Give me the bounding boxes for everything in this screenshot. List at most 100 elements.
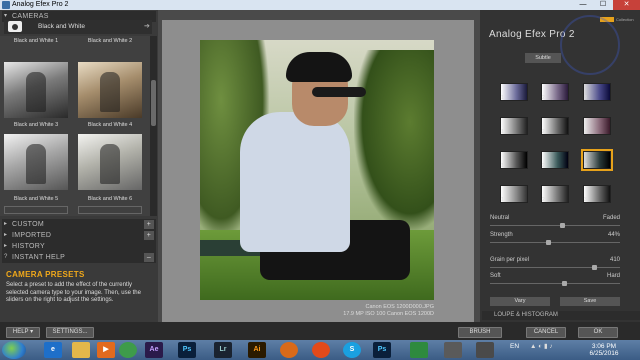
preview-image[interactable]	[200, 40, 434, 300]
film-swatch-selected[interactable]	[581, 149, 613, 171]
slider-knob[interactable]	[560, 223, 565, 228]
minimize-button[interactable]: —	[573, 0, 593, 10]
preset-thumbnail[interactable]	[78, 206, 142, 214]
preset-thumbnail[interactable]	[78, 134, 142, 190]
add-icon[interactable]: +	[144, 231, 154, 240]
window-title: Analog Efex Pro 2	[12, 1, 69, 8]
film-swatch[interactable]	[500, 185, 528, 203]
neutral-faded-slider[interactable]	[490, 225, 620, 226]
media-icon[interactable]: ▶	[97, 342, 115, 358]
vary-button[interactable]: Vary	[490, 297, 550, 306]
section-label: CUSTOM	[12, 221, 45, 228]
close-button[interactable]: ✕	[613, 0, 640, 10]
maximize-button[interactable]: ☐	[593, 0, 613, 10]
film-swatch[interactable]	[500, 151, 528, 169]
film-swatch[interactable]	[500, 83, 528, 101]
firefox-icon[interactable]	[312, 342, 330, 358]
photoshop-icon[interactable]: Ps	[178, 342, 196, 358]
clock[interactable]: 3:06 PM 6/25/2016	[586, 343, 622, 357]
scrollbar-thumb[interactable]	[151, 80, 156, 126]
slider-right-label: 44%	[607, 232, 620, 238]
ie-icon[interactable]: e	[44, 342, 62, 358]
add-icon[interactable]: +	[144, 220, 154, 229]
soft-hard-slider[interactable]	[490, 283, 620, 284]
after-effects-icon[interactable]: Ae	[145, 342, 163, 358]
film-swatch[interactable]	[583, 185, 611, 203]
swatch-number: 1	[501, 163, 504, 169]
section-imported[interactable]: ▸ IMPORTED +	[2, 230, 156, 241]
slider-left-label: Grain per pixel	[490, 257, 530, 263]
film-swatch[interactable]	[583, 83, 611, 101]
preset-style-button[interactable]: Subtle	[525, 53, 561, 63]
film-swatch[interactable]	[541, 151, 569, 169]
preset-label: Black and White 2	[87, 38, 133, 44]
app-icon[interactable]	[476, 342, 494, 358]
folder-icon[interactable]	[72, 342, 90, 358]
photoshop-icon[interactable]: Ps	[373, 342, 391, 358]
brush-button[interactable]: BRUSH	[458, 327, 502, 338]
film-swatch[interactable]	[500, 117, 528, 135]
film-type-arrow-icon[interactable]: ➔	[144, 20, 150, 34]
clock-time: 3:06 PM	[591, 343, 617, 350]
skype-icon[interactable]: S	[343, 342, 361, 358]
section-custom[interactable]: ▸ CUSTOM +	[2, 219, 156, 230]
save-preset-button[interactable]: Save	[560, 297, 620, 306]
film-swatch[interactable]	[583, 117, 611, 135]
preset-label: Black and White 6	[87, 196, 133, 202]
preset-thumbnail[interactable]	[4, 206, 68, 214]
ok-button[interactable]: OK	[578, 327, 618, 338]
app-icon	[2, 1, 10, 9]
grain-slider[interactable]	[490, 267, 620, 268]
expand-icon: ▸	[4, 221, 8, 227]
preset-thumbnail[interactable]	[4, 62, 68, 118]
chrome-icon[interactable]	[119, 342, 137, 358]
strength-slider[interactable]	[490, 242, 620, 243]
slider-left-label: Soft	[490, 273, 501, 279]
cancel-button[interactable]: CANCEL	[526, 327, 566, 338]
language-indicator[interactable]: EN	[510, 343, 519, 350]
section-label: HISTORY	[12, 243, 45, 250]
swatch-number: 3	[584, 129, 587, 135]
illustrator-icon[interactable]: Ai	[248, 342, 266, 358]
image-info: Canon EOS 1200D000.JPG 17.9 MP ISO 100 C…	[300, 304, 434, 317]
help-icon: ?	[4, 254, 8, 260]
tools-icon[interactable]	[410, 342, 428, 358]
film-swatch[interactable]	[541, 185, 569, 203]
collection-label: Collection	[616, 17, 634, 22]
slider-knob[interactable]	[546, 240, 551, 245]
watermark-stamp	[560, 15, 620, 75]
tray-icons[interactable]: ▲ ◐ ▮ ♪	[530, 343, 553, 350]
swatch-number: 2	[542, 163, 545, 169]
camera-icon	[8, 21, 22, 32]
slider-knob[interactable]	[592, 265, 597, 270]
lightroom-icon[interactable]: Lr	[214, 342, 232, 358]
preset-thumbnail[interactable]	[78, 62, 142, 118]
preset-thumbnail[interactable]	[4, 134, 68, 190]
save-label: Save	[583, 298, 597, 304]
film-swatch[interactable]	[541, 117, 569, 135]
thumbnail-scrollbar[interactable]	[150, 36, 157, 216]
section-history[interactable]: ▸ HISTORY	[2, 241, 156, 252]
expand-icon: ▸	[4, 232, 8, 238]
preset-label: Black and White 4	[87, 122, 133, 128]
film-type-selector[interactable]: Black and White	[4, 20, 152, 34]
collapse-icon[interactable]: –	[144, 253, 154, 262]
slider-left-label: Neutral	[490, 215, 510, 221]
slider-right-label: Hard	[606, 273, 620, 279]
film-swatch[interactable]	[541, 83, 569, 101]
section-instant-help[interactable]: ? INSTANT HELP –	[2, 252, 156, 263]
expand-icon: ▸	[4, 243, 8, 249]
paint-icon[interactable]	[280, 342, 298, 358]
help-button[interactable]: HELP ▾	[6, 327, 40, 338]
slider-knob[interactable]	[562, 281, 567, 286]
loupe-histogram-section[interactable]: LOUPE & HISTOGRAM	[482, 311, 640, 320]
app-icon[interactable]	[444, 342, 462, 358]
file-meta: 17.9 MP ISO 100 Canon EOS 1200D	[343, 310, 434, 317]
loupe-label: LOUPE & HISTOGRAM	[494, 312, 558, 318]
settings-button[interactable]: SETTINGS...	[46, 327, 94, 338]
section-label: IMPORTED	[12, 232, 52, 239]
start-button[interactable]	[2, 341, 26, 359]
film-type-label: Black and White	[38, 23, 85, 30]
help-title: CAMERA PRESETS	[6, 270, 85, 279]
slider-right-label: 410	[609, 257, 620, 263]
